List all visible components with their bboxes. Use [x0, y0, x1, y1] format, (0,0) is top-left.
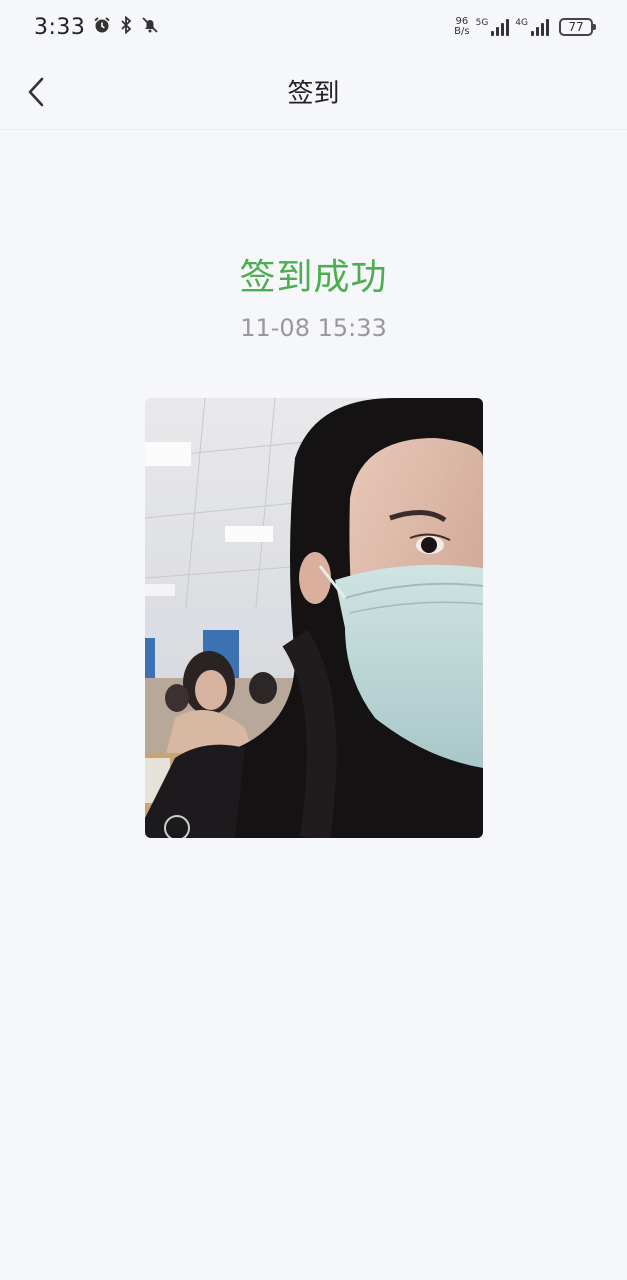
navigation-bar: 签到: [0, 54, 627, 130]
bluetooth-icon: [119, 15, 133, 38]
status-right: 96 B/s 5G 4G 77: [454, 17, 596, 37]
status-left: 3:33: [34, 15, 159, 40]
page-title: 签到: [287, 79, 340, 109]
network-speed: 96 B/s: [454, 17, 469, 37]
back-button[interactable]: [18, 72, 54, 112]
sim1-label: 5G: [475, 18, 489, 28]
signal-sim1-icon: 5G: [476, 18, 510, 36]
success-title: 签到成功: [239, 257, 388, 298]
alarm-icon: [93, 16, 111, 38]
net-speed-unit: B/s: [454, 26, 470, 37]
checkin-photo: [145, 398, 483, 838]
battery-icon: 77: [559, 18, 596, 36]
clock: 3:33: [34, 14, 86, 40]
success-timestamp: 11-08 15:33: [240, 314, 387, 342]
signal-sim2-icon: 4G: [515, 18, 549, 36]
chevron-left-icon: [28, 77, 44, 107]
sim2-label: 4G: [515, 18, 528, 28]
mute-bell-icon: [141, 16, 159, 38]
battery-level: 77: [568, 20, 584, 34]
status-bar: 3:33 96 B/s 5G 4G 77: [0, 0, 627, 54]
